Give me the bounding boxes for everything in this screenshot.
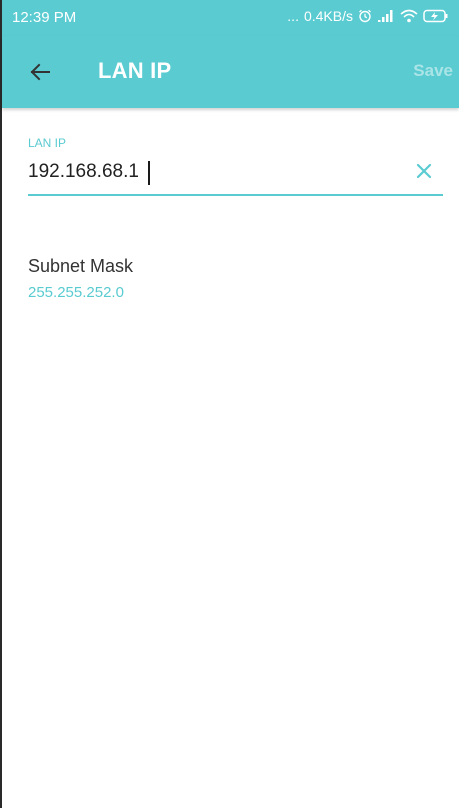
lan-ip-underline [28, 194, 443, 196]
subnet-mask-label: Subnet Mask [28, 256, 134, 276]
status-time: 12:39 PM [12, 9, 77, 26]
battery-charging-icon [423, 9, 448, 23]
subnet-mask-value: 255.255.252.0 [28, 284, 124, 301]
network-speed: 0.4KB/s [303, 8, 353, 24]
arrow-left-icon [30, 63, 50, 81]
page-title: LAN IP [98, 58, 172, 83]
status-icons: ... 0.4KB/s [287, 8, 449, 24]
status-dots: ... [287, 8, 299, 24]
alarm-icon [359, 9, 371, 23]
lan-ip-label: LAN IP [28, 136, 67, 150]
save-button[interactable]: Save [413, 61, 453, 81]
back-button[interactable] [24, 56, 56, 88]
status-bar: 12:39 PM ... 0.4KB/s [2, 0, 459, 36]
close-icon [416, 163, 432, 179]
signal-icon [378, 10, 393, 22]
text-cursor [148, 161, 150, 185]
app-bar: LAN IP Save [2, 36, 459, 108]
clear-button[interactable] [412, 159, 436, 183]
lan-ip-input[interactable] [28, 158, 418, 186]
wifi-icon [400, 9, 418, 23]
screen-edge [0, 0, 2, 808]
